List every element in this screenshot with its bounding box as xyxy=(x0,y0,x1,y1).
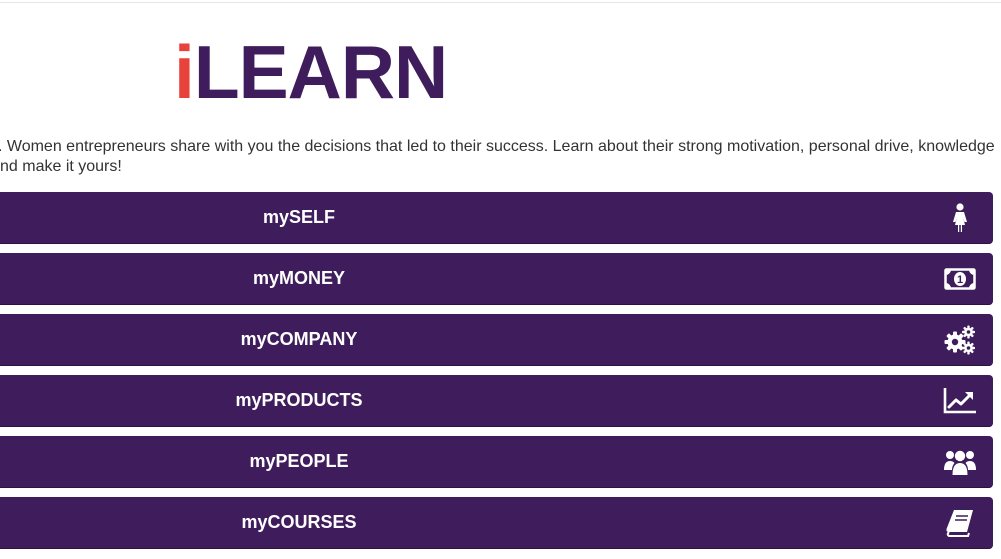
book-icon xyxy=(943,506,977,540)
line-chart-icon xyxy=(943,384,977,418)
woman-icon xyxy=(943,201,977,235)
menu-item-label: mySELF xyxy=(262,207,336,227)
menu-item-label: myCOURSES xyxy=(241,512,357,532)
intro-line-1: . Women entrepreneurs share with you the… xyxy=(0,138,995,155)
users-icon xyxy=(943,445,977,479)
gears-icon xyxy=(943,323,977,357)
menu-item-label: myCOMPANY xyxy=(240,329,358,349)
intro-text: . Women entrepreneurs share with you the… xyxy=(0,137,1001,177)
menu-item-myproducts[interactable]: myPRODUCTS xyxy=(0,375,993,426)
top-divider xyxy=(0,2,1001,3)
menu-item-label: myPRODUCTS xyxy=(235,390,363,410)
svg-text:1: 1 xyxy=(957,274,963,286)
menu-item-label: myMONEY xyxy=(252,268,346,288)
page: iLEARN . Women entrepreneurs share with … xyxy=(0,0,1001,559)
menu-item-mycourses[interactable]: myCOURSES xyxy=(0,497,993,548)
section-menu: mySELF myMONEY 1 myCOMPANY myPRODUCTS my… xyxy=(0,192,993,558)
menu-item-myself[interactable]: mySELF xyxy=(0,192,993,243)
menu-item-mypeople[interactable]: myPEOPLE xyxy=(0,436,993,487)
menu-item-mycompany[interactable]: myCOMPANY xyxy=(0,314,993,365)
money-icon: 1 xyxy=(943,262,977,296)
ilearn-logo: iLEARN xyxy=(174,28,448,116)
menu-item-mymoney[interactable]: myMONEY 1 xyxy=(0,253,993,304)
menu-item-label: myPEOPLE xyxy=(249,451,349,471)
logo-wordmark: LEARN xyxy=(193,30,448,114)
intro-line-2: nd make it yours! xyxy=(0,158,122,175)
logo-accent-letter: i xyxy=(174,30,195,114)
